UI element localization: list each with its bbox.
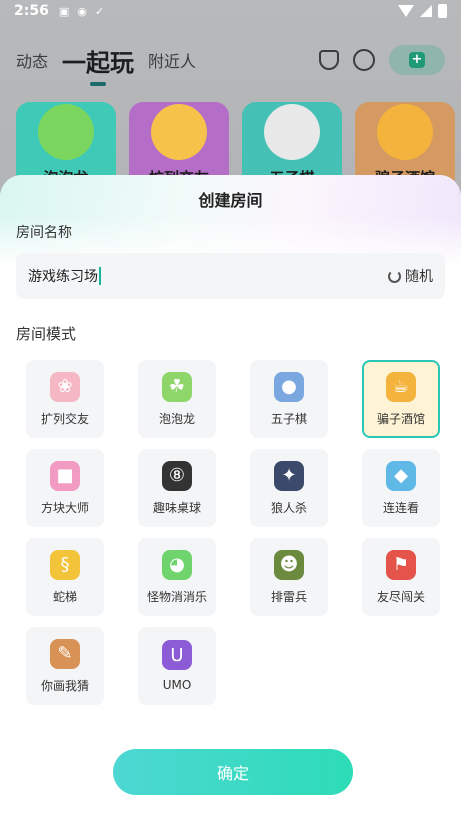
mode-item[interactable]: ⚑ 友尽闯关 bbox=[362, 538, 440, 616]
confirm-button[interactable]: 确定 bbox=[113, 749, 353, 795]
beer-icon bbox=[377, 104, 433, 160]
mode-label: 你画我猜 bbox=[40, 678, 89, 693]
dragon-icon: ☘ bbox=[162, 371, 192, 402]
emoji-icon bbox=[151, 104, 207, 160]
mode-item[interactable]: § 蛇梯 bbox=[26, 538, 104, 616]
mode-item[interactable]: ☻ 排雷兵 bbox=[250, 538, 328, 616]
mode-item[interactable]: ■ 方块大师 bbox=[26, 449, 104, 527]
refresh-icon bbox=[388, 269, 401, 283]
palette-icon: ✎ bbox=[50, 638, 80, 669]
mode-label: 泡泡龙 bbox=[158, 411, 195, 426]
status-bar: 2:56 ▣ ◉ ✓ bbox=[0, 0, 461, 22]
mode-item[interactable]: ⑧ 趣味桌球 bbox=[138, 449, 216, 527]
mode-item[interactable]: ◆ 连连看 bbox=[362, 449, 440, 527]
mode-label: 怪物消消乐 bbox=[146, 589, 207, 604]
text-caret bbox=[99, 267, 101, 285]
snake-icon: § bbox=[50, 549, 80, 580]
signal-icon bbox=[420, 5, 432, 17]
monster-icon: ◕ bbox=[162, 549, 192, 580]
plus-icon: + bbox=[409, 52, 425, 68]
mode-item[interactable]: ☕ 骗子酒馆 bbox=[362, 360, 440, 438]
tab-play-together[interactable]: 一起玩 bbox=[62, 43, 134, 86]
mode-grid: ❀ 扩列交友 ☘ 泡泡龙 ● 五子棋 ☕ 骗子酒馆 ■ 方块大师 ⑧ 趣味桌球 ✦ 狼人杀 ◆ 连连看 § 蛇梯 ◕… bbox=[26, 360, 440, 705]
room-mode-label: 房间模式 bbox=[16, 325, 77, 343]
trophy-icon[interactable] bbox=[319, 50, 339, 70]
status-right bbox=[398, 4, 447, 18]
room-name-label: 房间名称 bbox=[16, 225, 72, 241]
mode-label: 友尽闯关 bbox=[376, 589, 425, 604]
gomoku-icon: ● bbox=[274, 371, 304, 402]
mode-item[interactable]: ❀ 扩列交友 bbox=[26, 360, 104, 438]
mode-label: UMO bbox=[162, 678, 192, 692]
mode-item[interactable]: ☘ 泡泡龙 bbox=[138, 360, 216, 438]
uno-card-icon: U bbox=[162, 640, 192, 670]
room-name-value: 游戏练习场 bbox=[28, 269, 98, 285]
beer-icon: ☕ bbox=[386, 371, 416, 402]
wolf-icon: ✦ bbox=[274, 460, 304, 491]
mode-item[interactable]: ✎ 你画我猜 bbox=[26, 627, 104, 705]
mode-label: 排雷兵 bbox=[270, 589, 307, 604]
wifi-icon bbox=[398, 5, 414, 17]
app-notification-icon: ▣ bbox=[58, 4, 70, 18]
create-room-button[interactable]: + bbox=[389, 45, 445, 75]
notification-icons: ▣ ◉ ✓ bbox=[59, 5, 104, 18]
soldier-icon: ☻ bbox=[274, 549, 304, 580]
mode-label: 骗子酒馆 bbox=[376, 411, 425, 426]
battery-icon bbox=[438, 4, 447, 18]
tab-dynamic[interactable]: 动态 bbox=[16, 48, 48, 72]
cube-icon: ■ bbox=[50, 460, 80, 491]
tab-nearby[interactable]: 附近人 bbox=[148, 48, 196, 72]
mode-label: 狼人杀 bbox=[270, 500, 307, 515]
gomoku-icon bbox=[264, 104, 320, 160]
sheet-title: 创建房间 bbox=[198, 191, 263, 210]
mode-label: 连连看 bbox=[382, 500, 419, 515]
dragon-icon bbox=[38, 104, 94, 160]
top-actions: + bbox=[319, 45, 445, 75]
random-label: 随机 bbox=[405, 269, 433, 285]
mode-label: 五子棋 bbox=[270, 411, 307, 426]
mode-label: 蛇梯 bbox=[52, 589, 77, 604]
billiard-icon: ⑧ bbox=[162, 460, 192, 491]
mode-item[interactable]: ◕ 怪物消消乐 bbox=[138, 538, 216, 616]
shield-icon: ◉ bbox=[77, 4, 87, 18]
mode-item[interactable]: ✦ 狼人杀 bbox=[250, 449, 328, 527]
mode-label: 方块大师 bbox=[40, 500, 89, 515]
flag-icon: ⚑ bbox=[386, 549, 416, 580]
match-icon: ◆ bbox=[386, 460, 416, 491]
mode-label: 趣味桌球 bbox=[152, 500, 201, 515]
mode-item[interactable]: ● 五子棋 bbox=[250, 360, 328, 438]
top-tabs: 动态 一起玩 附近人 + bbox=[16, 40, 445, 86]
search-icon[interactable] bbox=[353, 49, 375, 71]
cute-blob-icon: ❀ bbox=[50, 371, 80, 402]
create-room-sheet: 创建房间 房间名称 游戏练习场 随机 房间模式 ❀ 扩列交友 ☘ 泡泡龙 ● 五子棋 ☕ 骗子… bbox=[0, 175, 461, 822]
check-icon: ✓ bbox=[94, 4, 105, 18]
random-name-button[interactable]: 随机 bbox=[388, 266, 433, 286]
room-name-input[interactable]: 游戏练习场 随机 bbox=[16, 253, 445, 299]
status-time: 2:56 bbox=[14, 3, 49, 19]
mode-label: 扩列交友 bbox=[40, 411, 89, 426]
mode-item[interactable]: U UMO bbox=[138, 627, 216, 705]
